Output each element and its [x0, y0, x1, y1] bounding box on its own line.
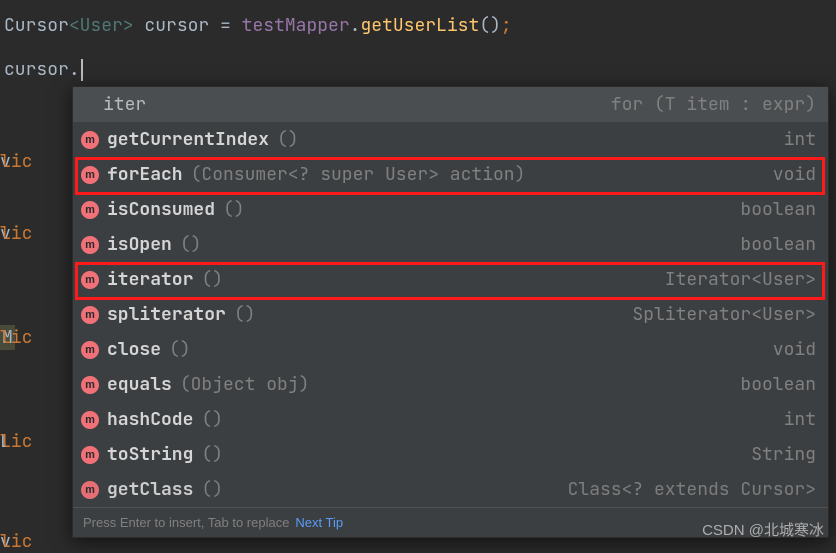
generic-param: <User> [69, 14, 134, 37]
completion-item-getCurrentIndex[interactable]: m getCurrentIndex () int [73, 122, 828, 157]
code-line-1: Cursor<User> cursor = testMapper.getUser… [4, 8, 832, 44]
completion-return-type: int [784, 128, 816, 151]
bg-code: lic L [0, 430, 11, 453]
completion-name: equals [107, 373, 172, 396]
completion-name: iterator [107, 268, 193, 291]
completion-signature: () [277, 128, 299, 151]
completion-name: forEach [107, 163, 183, 186]
completion-name: getCurrentIndex [107, 128, 269, 151]
method-icon: m [81, 376, 99, 394]
completion-item-iter[interactable]: iter for (T item : expr) [73, 87, 828, 122]
watermark: CSDN @北城寒冰 [702, 519, 824, 540]
completion-return-type: for (T item : expr) [611, 93, 816, 116]
call-target: testMapper [242, 14, 350, 37]
method-call: getUserList [360, 14, 479, 37]
completion-signature: () [201, 443, 223, 466]
method-icon: m [81, 271, 99, 289]
method-icon: m [81, 411, 99, 429]
code-line-2: cursor. [4, 52, 832, 88]
completion-item-toString[interactable]: m toString () String [73, 437, 828, 472]
method-icon: m [81, 341, 99, 359]
semicolon: ; [501, 14, 512, 37]
parens: () [479, 14, 501, 37]
method-icon: m [81, 201, 99, 219]
completion-item-spliterator[interactable]: m spliterator () Spliterator<User> [73, 297, 828, 332]
hint-text: Press Enter to insert, Tab to replace [83, 515, 289, 530]
method-icon: m [81, 166, 99, 184]
completion-signature: () [201, 268, 223, 291]
type-name: Cursor [4, 14, 69, 37]
completion-signature: () [180, 233, 202, 256]
method-icon: m [81, 236, 99, 254]
completion-name: close [107, 338, 161, 361]
completion-item-forEach[interactable]: m forEach (Consumer<? super User> action) v… [73, 157, 828, 192]
completion-return-type: void [773, 338, 816, 361]
completion-popup[interactable]: iter for (T item : expr) m getCurrentIndex (… [72, 86, 829, 538]
completion-name: getClass [107, 478, 193, 501]
completion-signature: () [201, 408, 223, 431]
method-icon: m [81, 306, 99, 324]
completion-signature: (Object obj) [180, 373, 310, 396]
bg-code: lic M [0, 326, 15, 349]
completion-signature: () [201, 478, 223, 501]
completion-item-hashCode[interactable]: m hashCode () int [73, 402, 828, 437]
completion-item-isOpen[interactable]: misOpen () boolean [73, 227, 828, 262]
dot: . [350, 14, 361, 37]
next-tip-link[interactable]: Next Tip [295, 515, 343, 530]
method-icon: m [81, 131, 99, 149]
completion-item-isConsumed[interactable]: m isConsumed () boolean [73, 192, 828, 227]
completion-signature: (Consumer<? super User> action) [191, 163, 526, 186]
completion-item-getClass[interactable]: m getClass () Class<? extends Cursor> [73, 472, 828, 507]
assign-op: = [220, 14, 242, 37]
text-caret [81, 59, 83, 81]
completion-return-type: String [751, 443, 816, 466]
method-icon: m [81, 481, 99, 499]
completion-item-iterator[interactable]: m iterator () Iterator<User> [73, 262, 828, 297]
bg-code: lic v [0, 530, 11, 553]
completion-signature: () [234, 303, 256, 326]
completion-name: iter [81, 93, 146, 116]
completion-return-type: Iterator<User> [665, 268, 816, 291]
variable-ref: cursor [4, 58, 69, 81]
completion-return-type: boolean [740, 373, 816, 396]
completion-name: spliterator [107, 303, 226, 326]
bg-code: lic v [0, 150, 11, 173]
completion-signature: () [169, 338, 191, 361]
completion-return-type: void [773, 163, 816, 186]
completion-name: hashCode [107, 408, 193, 431]
completion-return-type: int [784, 408, 816, 431]
completion-name: isConsumed [107, 198, 215, 221]
variable-name: cursor [134, 14, 220, 37]
completion-name: toString [107, 443, 193, 466]
completion-item-equals[interactable]: mequals (Object obj) boolean [73, 367, 828, 402]
dot: . [69, 58, 80, 81]
completion-signature: () [223, 198, 245, 221]
completion-return-type: Spliterator<User> [632, 303, 816, 326]
completion-name: isOpen [107, 233, 172, 256]
completion-return-type: Class<? extends Cursor> [568, 478, 816, 501]
completion-item-close[interactable]: mclose () void [73, 332, 828, 367]
code-editor[interactable]: Cursor<User> cursor = testMapper.getUser… [0, 0, 836, 96]
completion-return-type: boolean [740, 198, 816, 221]
bg-code: lic v [0, 222, 11, 245]
completion-return-type: boolean [740, 233, 816, 256]
method-icon: m [81, 446, 99, 464]
